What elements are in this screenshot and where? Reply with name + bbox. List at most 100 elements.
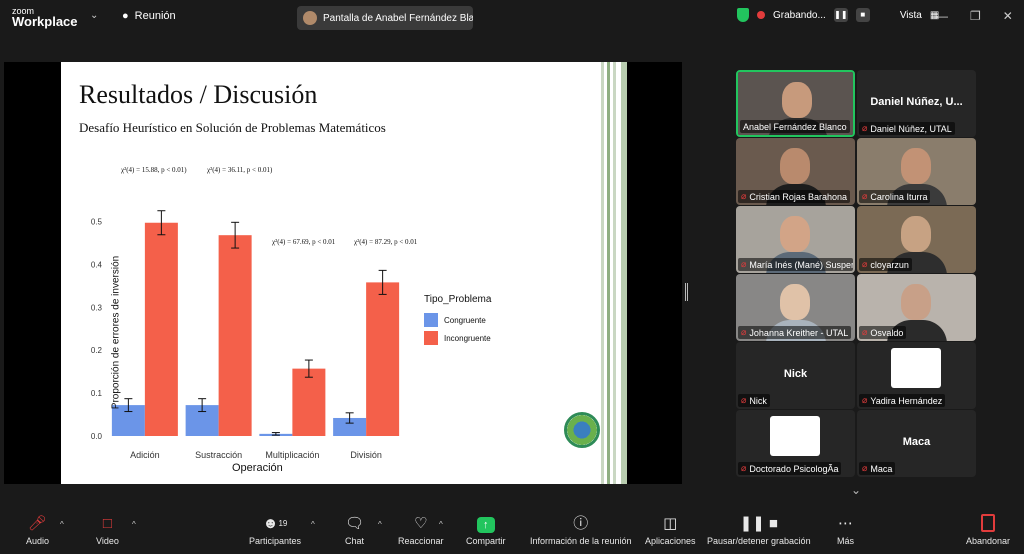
participant-picture xyxy=(770,416,820,456)
participant-face xyxy=(782,82,812,118)
pause-recording-button[interactable]: ❚❚ ■ Pausar/detener grabación xyxy=(707,514,811,546)
participant-tile[interactable]: ⌀ cloyarzun xyxy=(857,206,976,273)
participant-tile[interactable]: ⌀ Johanna Kreither - UTAL xyxy=(736,274,855,341)
more-button[interactable]: ⋯ Más xyxy=(837,514,854,546)
y-tick-label: 0.5 xyxy=(91,217,103,226)
legend-item-incongruente: Incongruente xyxy=(424,331,491,345)
top-bar: zoom Workplace ⌄ ● Reunión Pantalla de A… xyxy=(0,0,1024,34)
mic-muted-icon: ⌀ xyxy=(862,259,868,269)
mic-muted-icon: ⌀ xyxy=(741,259,747,269)
shared-screen: Resultados / Discusión Desafío Heurístic… xyxy=(4,62,682,484)
participant-gallery: Anabel Fernández Blanco Daniel Núñez, U..… xyxy=(736,70,978,477)
y-tick-label: 0.4 xyxy=(91,260,103,269)
participant-tile[interactable]: ⌀ Doctorado PsicologÃa xyxy=(736,410,855,477)
bar-incongruente-2 xyxy=(292,368,326,436)
video-options-caret-icon[interactable]: ^ xyxy=(132,520,136,529)
x-tick-label: Multiplicación xyxy=(265,450,319,460)
recording-dot-icon xyxy=(757,11,765,19)
chart-legend: Tipo_Problema Congruente Incongruente xyxy=(424,294,491,349)
mic-muted-icon: ⌀ xyxy=(741,191,747,201)
chevron-down-icon[interactable]: ⌄ xyxy=(90,10,98,21)
paw-icon: ● xyxy=(122,10,129,22)
y-tick-label: 0.0 xyxy=(91,432,103,441)
participant-face xyxy=(901,148,931,184)
participant-tile[interactable]: Anabel Fernández Blanco xyxy=(736,70,855,137)
participant-tile[interactable]: ⌀ Carolina Iturra xyxy=(857,138,976,205)
bar-incongruente-1 xyxy=(218,235,252,436)
screen-share-indicator[interactable]: Pantalla de Anabel Fernández Bla ⋯ xyxy=(297,6,473,30)
participant-face xyxy=(901,216,931,252)
participants-count: 19 xyxy=(278,519,288,528)
zoom-logo: zoom Workplace xyxy=(12,6,78,29)
apps-button[interactable]: ◫ Aplicaciones xyxy=(645,514,696,546)
participant-name-label: ⌀ cloyarzun xyxy=(859,258,912,271)
meeting-info-button[interactable]: ⓘ Información de la reunión xyxy=(530,514,632,546)
y-axis-label: Proporción de errores de inversión xyxy=(110,255,122,410)
participant-picture xyxy=(891,348,941,388)
mic-muted-icon: ⌀ xyxy=(862,123,868,133)
react-button[interactable]: ♡ Reaccionar xyxy=(398,514,444,546)
participant-tile[interactable]: ⌀ Osvaldo xyxy=(857,274,976,341)
participant-name-label: ⌀ Daniel Núñez, UTAL xyxy=(859,122,955,135)
participants-button[interactable]: ☻19 Participantes xyxy=(249,514,301,546)
maximize-icon[interactable]: ❐ xyxy=(970,9,981,23)
minimize-icon[interactable]: — xyxy=(936,9,948,23)
legend-swatch xyxy=(424,331,438,345)
chevron-down-icon[interactable]: ⌄ xyxy=(851,483,861,497)
apps-icon: ◫ xyxy=(663,515,678,532)
chat-icon: 🗨︎ xyxy=(345,515,365,532)
stop-recording-icon[interactable]: ■ xyxy=(855,8,870,22)
share-screen-button[interactable]: ↑ Compartir xyxy=(466,514,506,546)
mic-muted-icon: ⌀ xyxy=(741,327,747,337)
video-button[interactable]: □ Video xyxy=(96,514,119,546)
y-tick-label: 0.1 xyxy=(91,389,103,398)
more-icon: ⋯ xyxy=(838,515,853,532)
participant-name-label: Anabel Fernández Blanco xyxy=(740,120,850,133)
info-icon: ⓘ xyxy=(573,515,589,532)
participant-tile[interactable]: ⌀ Cristian Rojas Barahona xyxy=(736,138,855,205)
view-label[interactable]: Vista xyxy=(900,10,922,21)
participant-name-label: ⌀ Doctorado PsicologÃa xyxy=(738,462,842,475)
x-tick-label: División xyxy=(350,450,382,460)
chat-button[interactable]: 🗨︎ Chat xyxy=(345,514,364,546)
pause-stop-icon: ❚❚ ■ xyxy=(739,515,778,532)
participant-tile[interactable]: ⌀María Inés (Mané) Susperreguy xyxy=(736,206,855,273)
participant-display-name: Maca xyxy=(902,436,931,448)
participants-options-caret-icon[interactable]: ^ xyxy=(311,520,315,529)
leave-button[interactable]: Abandonar xyxy=(966,514,1010,546)
audio-button[interactable]: 🎤︎ Audio xyxy=(26,514,49,546)
legend-swatch xyxy=(424,313,438,327)
participant-tile[interactable]: Daniel Núñez, U... ⌀ Daniel Núñez, UTAL xyxy=(857,70,976,137)
close-icon[interactable]: ✕ xyxy=(1003,9,1013,23)
pause-recording-icon[interactable]: ❚❚ xyxy=(833,8,848,22)
participant-name-label: ⌀ Carolina Iturra xyxy=(859,190,931,203)
participants-icon: ☻19 xyxy=(262,515,288,532)
security-shield-icon[interactable] xyxy=(737,8,749,22)
meeting-info-button[interactable]: ● Reunión xyxy=(122,10,176,22)
participant-face xyxy=(780,216,810,252)
mic-muted-icon: 🎤︎ xyxy=(27,515,48,532)
react-options-caret-icon[interactable]: ^ xyxy=(439,520,443,529)
participant-tile[interactable]: ⌀ Yadira Hernández xyxy=(857,342,976,409)
mic-muted-icon: ⌀ xyxy=(862,463,868,473)
participant-display-name: Nick xyxy=(783,368,808,380)
audio-options-caret-icon[interactable]: ^ xyxy=(60,520,64,529)
chat-options-caret-icon[interactable]: ^ xyxy=(378,520,382,529)
university-seal-logo xyxy=(564,412,600,448)
y-tick-label: 0.3 xyxy=(91,303,103,312)
meeting-toolbar: 🎤︎ Audio ^ □ Video ^ ☻19 Participantes ^… xyxy=(0,510,1024,554)
participant-name-label: ⌀ Nick xyxy=(738,394,770,407)
y-tick-label: 0.2 xyxy=(91,346,103,355)
legend-item-congruente: Congruente xyxy=(424,313,491,327)
participant-tile[interactable]: Nick ⌀ Nick xyxy=(736,342,855,409)
x-tick-label: Sustracción xyxy=(195,450,242,460)
resize-handle[interactable] xyxy=(685,283,688,301)
mic-muted-icon: ⌀ xyxy=(862,395,868,405)
participant-face xyxy=(780,148,810,184)
participant-tile[interactable]: Maca ⌀ Maca xyxy=(857,410,976,477)
participant-name-label: ⌀ Johanna Kreither - UTAL xyxy=(738,326,852,339)
mic-muted-icon: ⌀ xyxy=(862,327,868,337)
bar-chart: 0.0 0.1 0.2 0.3 0.4 0.5 Adición Sustracción Mult… xyxy=(91,210,400,460)
video-off-icon: □ xyxy=(102,515,112,532)
bar-incongruente-0 xyxy=(144,222,178,436)
